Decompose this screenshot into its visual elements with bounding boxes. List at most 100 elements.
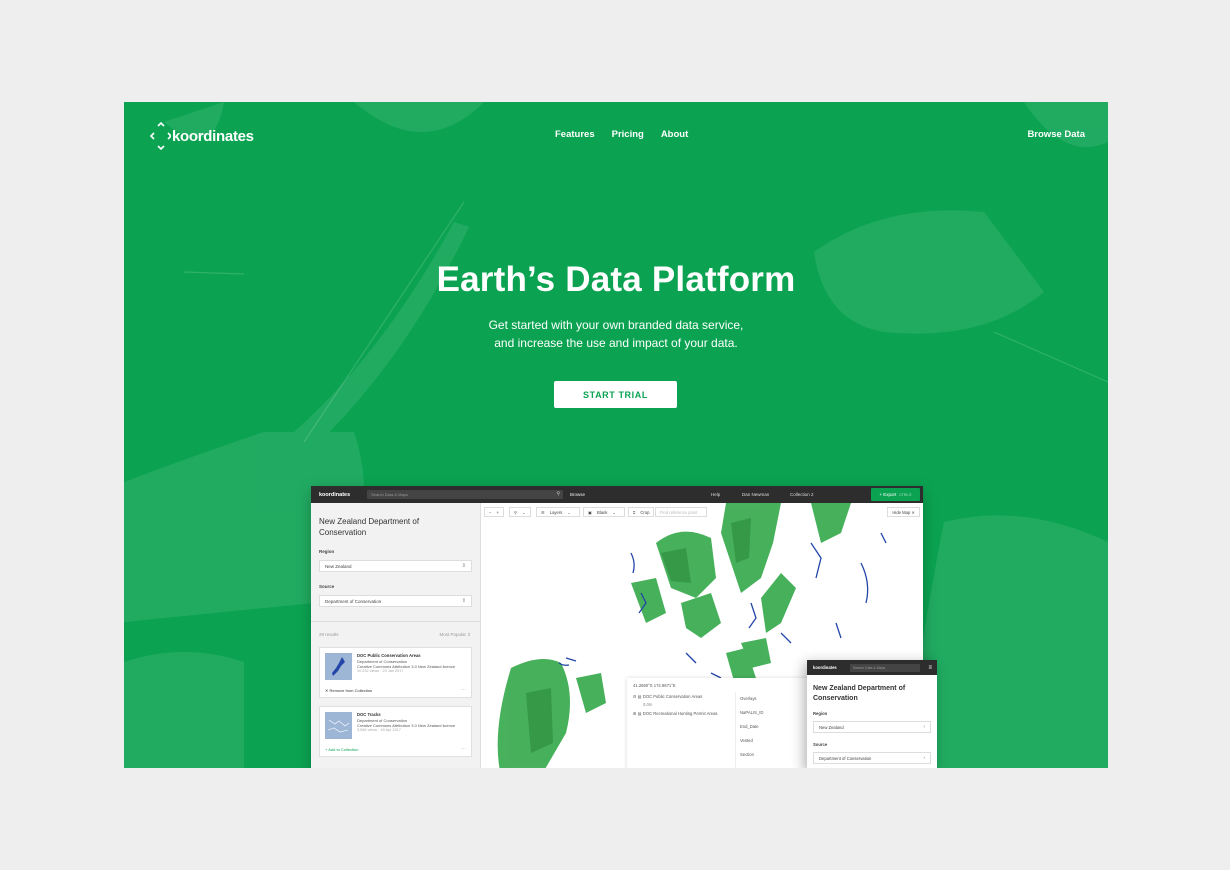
logo-bracket-icon — [149, 122, 171, 150]
mobile-search-placeholder: Search Data & Maps — [853, 665, 886, 670]
remove-label: Remove from Collection — [329, 688, 373, 693]
chevron-down-icon: ⌄ — [567, 509, 571, 515]
divider — [311, 621, 481, 622]
mobile-search-input[interactable]: Search Data & Maps — [850, 663, 920, 672]
app-help-menu[interactable]: Help — [711, 492, 720, 497]
dataset-thumbnail — [325, 653, 352, 680]
more-icon[interactable]: ··· — [461, 746, 466, 752]
info-coordinates: 41.2660°S 174.9671°E — [633, 683, 676, 688]
app-collection-link[interactable]: Collection 2 — [790, 492, 814, 497]
info-fields: Overlays NaPALIS_ID End_Date Vested Sect… — [735, 692, 813, 768]
dataset-meta: 3,586 views · 18 Apr 2017 — [357, 728, 401, 732]
region-select[interactable]: New Zealand ⇕ — [319, 560, 472, 572]
app-browse-link[interactable]: Browse — [570, 492, 585, 497]
location-search-input[interactable]: Find reference point — [655, 507, 707, 517]
layers-label: Layers — [549, 509, 563, 515]
mobile-logo[interactable]: koordinates — [813, 665, 847, 670]
source-select[interactable]: Department of Conservation ⇕ — [319, 595, 472, 607]
mobile-source-select[interactable]: Department of Conservation › — [813, 752, 931, 764]
add-label: Add to Collection — [328, 747, 359, 752]
export-shortcut: CTRL E — [899, 492, 912, 497]
region-label: Region — [319, 549, 335, 554]
collection-count-badge: 2 — [811, 492, 814, 497]
app-sidebar: New Zealand Department of Conservation R… — [311, 503, 481, 768]
export-button[interactable]: + Export CTRL E — [871, 488, 920, 501]
app-user-menu[interactable]: Dan Newman — [742, 492, 769, 497]
region-value: New Zealand — [325, 564, 352, 569]
updown-chevron-icon: ⇕ — [461, 598, 466, 604]
info-layer-row[interactable]: ⊞ ▤ DOC Recreational Hunting Permit Area… — [633, 711, 718, 716]
nav-link-pricing[interactable]: Pricing — [612, 129, 644, 140]
sidebar-title: New Zealand Department of Conservation — [319, 517, 420, 537]
mobile-screenshot: koordinates Search Data & Maps ≡ New Zea… — [807, 660, 937, 768]
chevron-right-icon: › — [923, 724, 925, 730]
sort-value: Most Popular — [439, 632, 466, 637]
zoom-in-icon[interactable]: + — [496, 510, 498, 515]
hero-subtitle-line-2: and increase the use and impact of your … — [494, 336, 738, 350]
nav-link-features[interactable]: Features — [555, 129, 595, 140]
info-layer-1-sub: 0.0m — [643, 702, 653, 707]
close-icon: ✕ — [911, 510, 915, 515]
mobile-region-select[interactable]: New Zealand › — [813, 721, 931, 733]
browse-data-link[interactable]: Browse Data — [1027, 129, 1085, 140]
info-field: NaPALIS_ID — [740, 710, 764, 715]
source-value: Department of Conservation — [325, 599, 382, 604]
info-layer-row[interactable]: ⊟ ▤ DOC Public Conservation Areas — [633, 694, 702, 699]
results-count: 29 results — [319, 632, 339, 637]
add-to-collection-button[interactable]: + Add to Collection — [325, 747, 358, 752]
app-search-input[interactable]: Search Data & Maps ⚲ — [367, 490, 563, 499]
mobile-source-value: Department of Conservation — [819, 756, 872, 761]
chevron-right-icon: › — [923, 755, 925, 761]
info-field: Overlays — [740, 696, 757, 701]
zoom-controls[interactable]: − + — [484, 507, 504, 517]
basemap-icon: ▣ — [588, 509, 592, 515]
hero-subtitle: Get started with your own branded data s… — [124, 316, 1108, 352]
basemap-menu[interactable]: ▣ Blank ⌄ — [583, 507, 625, 517]
hero-title: Earth’s Data Platform — [436, 260, 796, 299]
hide-map-button[interactable]: Hide Map ✕ — [887, 507, 920, 517]
info-layer-1: DOC Public Conservation Areas — [642, 694, 703, 699]
tracks-map-icon — [327, 719, 350, 733]
info-field: End_Date — [740, 724, 759, 729]
sort-select[interactable]: Most Popular ⇕ — [439, 632, 471, 638]
more-icon[interactable]: ··· — [461, 687, 466, 693]
feature-info-panel: 41.2660°S 174.9671°E ⊟ ▤ DOC Public Cons… — [627, 678, 813, 768]
info-field: Section — [740, 752, 754, 757]
dataset-thumbnail — [325, 712, 352, 739]
source-label: Source — [319, 584, 335, 589]
hide-map-label: Hide Map — [892, 510, 911, 515]
dataset-title: DOC Tracks — [357, 712, 381, 717]
basemap-label: Blank — [596, 509, 608, 515]
dataset-title: DOC Public Conservation Areas — [357, 653, 421, 658]
collection-label: Collection — [790, 492, 810, 497]
dataset-card[interactable]: DOC Public Conservation Areas Department… — [319, 647, 472, 698]
search-zoom-control[interactable]: ⚲ ⌄ — [509, 507, 531, 517]
dataset-card[interactable]: DOC Tracks Department of Conservation Cr… — [319, 706, 472, 757]
mobile-region-value: New Zealand — [819, 725, 844, 730]
koordinates-logo[interactable]: koordinates — [149, 122, 254, 150]
menu-icon[interactable]: ≡ — [928, 665, 932, 671]
search-icon: ⚲ — [514, 509, 518, 515]
remove-from-collection-button[interactable]: ✕ Remove from Collection — [325, 688, 372, 693]
updown-chevron-icon: ⇕ — [461, 563, 466, 569]
app-topbar: koordinates Search Data & Maps ⚲ Browse … — [311, 486, 923, 503]
crop-tool[interactable]: ⌗ Crop — [628, 507, 655, 517]
logo-text: koordinates — [172, 127, 254, 145]
zoom-out-icon[interactable]: − — [489, 510, 491, 515]
nav-link-about[interactable]: About — [661, 129, 688, 140]
app-logo[interactable]: koordinates — [319, 492, 364, 498]
layers-icon: ☰ — [541, 509, 545, 515]
hero-section: koordinates Features Pricing About Brows… — [124, 102, 1108, 768]
nz-map-icon — [332, 657, 345, 676]
layers-menu[interactable]: ☰ Layers ⌄ — [536, 507, 580, 517]
crop-label: Crop — [640, 509, 650, 515]
info-layer-2: DOC Recreational Hunting Permit Areas — [642, 711, 718, 716]
mobile-title: New Zealand Department of Conservation — [813, 685, 906, 702]
app-search-placeholder: Search Data & Maps — [371, 492, 408, 497]
dataset-meta: 10,032 views · 23 Jan 2017 — [357, 669, 404, 673]
main-nav: Features Pricing About — [555, 129, 688, 140]
chevron-down-icon: ⌄ — [612, 509, 616, 515]
mobile-region-label: Region — [813, 711, 828, 716]
hero-subtitle-line-1: Get started with your own branded data s… — [488, 318, 744, 332]
start-trial-button[interactable]: START TRIAL — [554, 381, 677, 408]
